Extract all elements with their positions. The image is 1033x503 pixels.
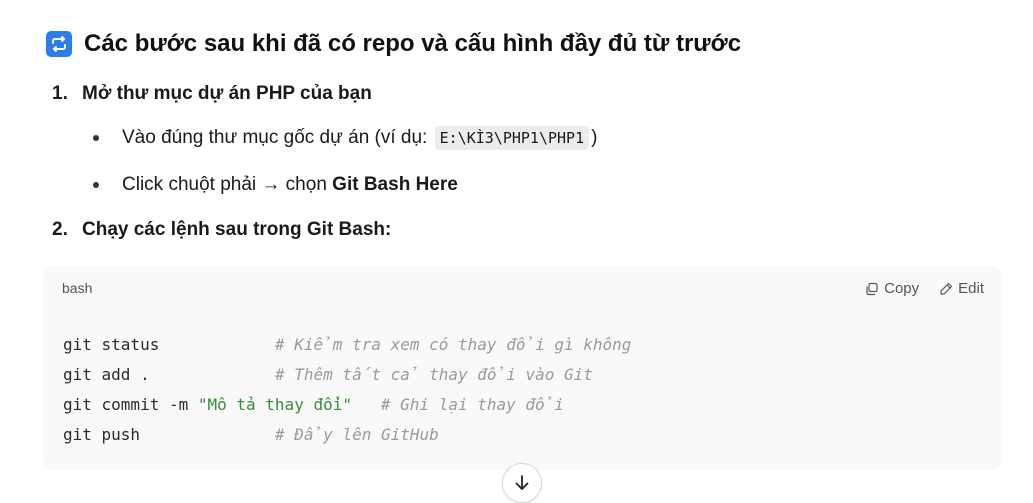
step-1-text: Mở thư mục dự án PHP của bạn [82, 83, 372, 104]
scroll-down-button[interactable] [502, 463, 542, 503]
code-comment: # Ghi lại thay đổi [380, 395, 564, 414]
code-command: git add . [63, 365, 150, 384]
copy-icon [866, 282, 878, 295]
code-line: git add . # Thêm tất cả thay đổi vào Git [63, 364, 631, 394]
bullet-1-text: Vào đúng thư mục gốc dự án (ví dụ: E:\KÌ… [122, 126, 598, 150]
code-command: git commit -m [63, 395, 198, 414]
code-comment: # Đẩy lên GitHub [275, 425, 439, 444]
arrow-down-icon [515, 475, 529, 490]
code-spacer [352, 394, 381, 424]
inline-code-path: E:\KÌ3\PHP1\PHP1 [434, 126, 590, 150]
code-line: git status # Kiểm tra xem có thay đổi gì … [63, 334, 631, 364]
code-command: git status [63, 335, 160, 354]
code-line: git push # Đẩy lên GitHub [63, 424, 631, 454]
section-heading-text: Các bước sau khi đã có repo và cấu hình … [84, 30, 742, 57]
bullet-dot [93, 182, 99, 188]
step-1-number: 1. [52, 83, 68, 104]
step-2-number: 2. [52, 219, 68, 240]
bullet-1-before: Vào đúng thư mục gốc dự án (ví dụ: [122, 127, 433, 148]
bullet-item-gitbash: Click chuột phải → chọn Git Bash Here [93, 174, 458, 196]
code-actions: Copy Edit [865, 280, 984, 297]
section-heading: Các bước sau khi đã có repo và cấu hình … [46, 30, 741, 58]
bullet-2-text: Click chuột phải → chọn Git Bash Here [122, 174, 458, 196]
copy-label: Copy [884, 280, 920, 297]
step-2-text: Chạy các lệnh sau trong Git Bash: [82, 219, 392, 240]
edit-icon [940, 282, 953, 295]
code-line: git commit -m "Mô tả thay đổi" # Ghi lại… [63, 394, 631, 424]
code-comment: # Kiểm tra xem có thay đổi gì không [275, 335, 632, 354]
bullet-2-strong: Git Bash Here [332, 174, 458, 195]
step-2: 2. Chạy các lệnh sau trong Git Bash: [52, 219, 391, 241]
bullet-item-folder: Vào đúng thư mục gốc dự án (ví dụ: E:\KÌ… [93, 126, 598, 150]
copy-button[interactable]: Copy [865, 280, 919, 297]
bullet-dot [93, 135, 99, 141]
code-command: git push [63, 425, 141, 444]
step-1: 1. Mở thư mục dự án PHP của bạn [52, 83, 372, 105]
code-comment: # Thêm tất cả thay đổi vào Git [275, 365, 593, 384]
repeat-icon [46, 31, 72, 57]
code-lines: git status # Kiểm tra xem có thay đổi gì … [63, 334, 631, 454]
code-language-label: bash [62, 280, 93, 296]
code-string: "Mô tả thay đổi" [197, 395, 352, 414]
code-block: bash Copy Edit git status # Kiểm tra xem … [43, 266, 1002, 470]
bullet-2-before: Click chuột phải → chọn [122, 174, 333, 195]
bullet-1-after: ) [591, 127, 598, 148]
edit-button[interactable]: Edit [939, 280, 984, 297]
edit-label: Edit [958, 280, 984, 297]
